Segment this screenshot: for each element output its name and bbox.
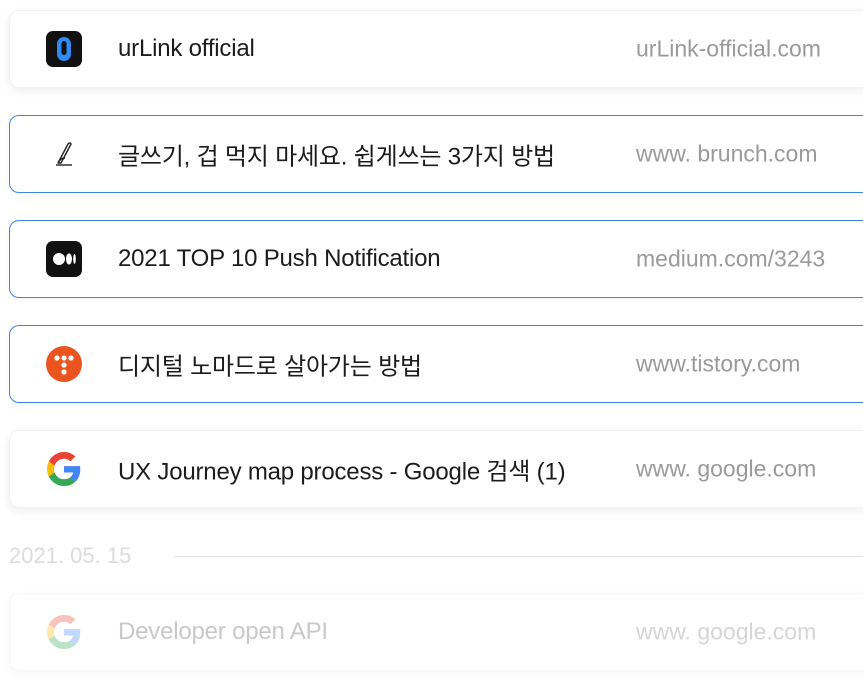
link-domain: www. google.com bbox=[636, 455, 817, 482]
link-title: 글쓰기, 겁 먹지 마세요. 쉽게쓰는 3가지 방법 bbox=[118, 143, 555, 171]
link-card[interactable]: 글쓰기, 겁 먹지 마세요. 쉽게쓰는 3가지 방법 www. brunch.c… bbox=[9, 115, 863, 193]
link-card[interactable]: 2021 TOP 10 Push Notification medium.com… bbox=[9, 220, 863, 298]
urlink-logo-icon bbox=[46, 31, 82, 67]
tistory-logo-icon bbox=[46, 346, 82, 382]
link-title: Developer open API bbox=[118, 618, 328, 645]
link-title: urLink official bbox=[118, 35, 255, 62]
link-history-list: urLink official urLink-official.com 글쓰기,… bbox=[0, 0, 863, 686]
link-card[interactable]: Developer open API www. google.com bbox=[9, 593, 863, 671]
link-domain: medium.com/3243 bbox=[636, 245, 826, 272]
medium-logo-icon bbox=[46, 241, 82, 277]
link-domain: www.tistory.com bbox=[636, 350, 801, 377]
link-domain: www. brunch.com bbox=[636, 140, 818, 167]
date-label: 2021. 05. 15 bbox=[9, 543, 132, 568]
link-title: 2021 TOP 10 Push Notification bbox=[118, 245, 441, 272]
link-title: UX Journey map process - Google 검색 (1) bbox=[118, 458, 566, 486]
google-logo-icon bbox=[46, 614, 82, 650]
link-title: 디지털 노마드로 살아가는 방법 bbox=[118, 353, 422, 381]
brunch-pen-icon bbox=[46, 136, 82, 172]
link-domain: urLink-official.com bbox=[636, 35, 821, 62]
google-logo-icon bbox=[46, 451, 82, 487]
date-divider: 2021. 05. 15 bbox=[9, 540, 863, 572]
link-card[interactable]: 디지털 노마드로 살아가는 방법 www.tistory.com bbox=[9, 325, 863, 403]
link-domain: www. google.com bbox=[636, 618, 817, 645]
link-card[interactable]: urLink official urLink-official.com bbox=[9, 10, 863, 88]
divider-line bbox=[174, 556, 863, 557]
link-card[interactable]: UX Journey map process - Google 검색 (1) w… bbox=[9, 430, 863, 508]
